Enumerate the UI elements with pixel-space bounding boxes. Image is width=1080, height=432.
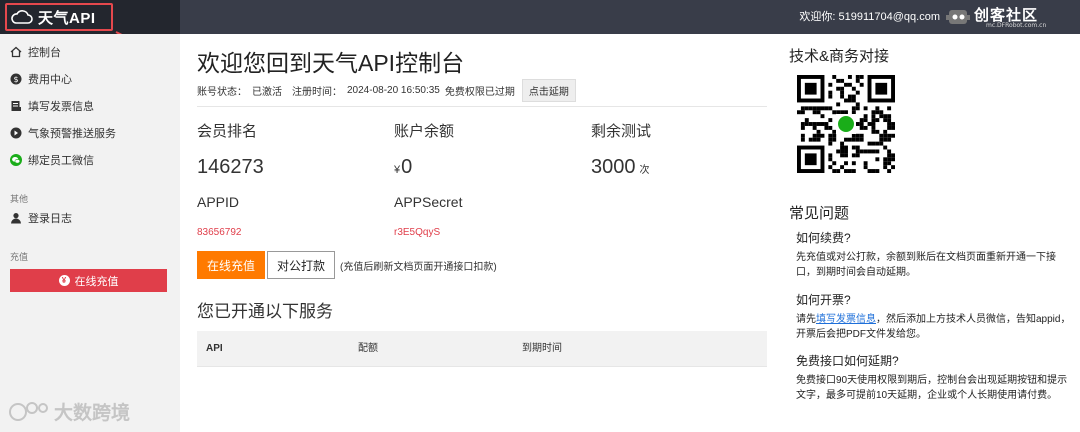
register-time: 2024-08-20 16:50:35 [347,84,440,96]
bank-transfer-button[interactable]: 对公打款 [267,251,336,279]
expired-note: 免费权限已过期 [444,86,515,98]
sidebar-item-login-log[interactable]: 登录日志 [10,208,72,228]
invoice-icon [10,100,22,112]
faq-answer-prefix: 请先 [796,314,816,325]
user-email: 519911704@qq.com [838,11,940,23]
qr-code-icon [797,75,895,173]
column-header-quota: 配额 [358,343,378,354]
page-title: 欢迎您回到天气API控制台 [197,50,465,76]
watermark-logo-icon [9,401,48,421]
watermark: 大数跨境 [8,398,130,425]
balance-amount: 0 [401,156,413,178]
tests-value: 3000 次 [591,156,650,179]
divider [197,106,767,107]
sidebar-item-label: 填写发票信息 [28,101,94,113]
appsecret-value[interactable]: r3E5QqyS [394,227,440,238]
sidebar-item-label: 控制台 [28,47,61,59]
sidebar-item-label: 登录日志 [28,213,72,225]
faq-question: 如何开票? [796,293,851,307]
contact-title: 技术&商务对接 [789,48,890,65]
balance-label: 账户余额 [394,123,455,140]
faq-question: 如何续费? [796,231,851,245]
app-logo[interactable]: 天气API [5,3,113,31]
rank-value: 146273 [197,156,264,178]
register-label: 注册时间： [292,86,342,98]
faq-question: 免费接口如何延期? [796,354,899,368]
home-icon [10,46,22,58]
sidebar-group-recharge: 充值 [10,252,29,262]
account-info: 账号状态： 已激活 注册时间： 2024-08-20 16:50:35 免费权限… [197,78,581,102]
sidebar-item-billing[interactable]: $ 费用中心 [10,69,72,89]
sidebar-item-label: 费用中心 [28,74,72,86]
appid-value[interactable]: 83656792 [197,227,242,238]
sidebar-item-label: 气象预警推送服务 [28,128,116,140]
tests-label: 剩余测试 [591,123,652,140]
community-watermark: 创客社区 mc.DFRobot.com.cn [944,2,1076,32]
recharge-button-label: 在线充值 [74,275,119,288]
welcome-text: 欢迎你: [799,11,836,23]
tests-count: 3000 [591,156,636,178]
send-icon [10,127,22,139]
faq-title: 常见问题 [789,205,850,222]
wechat-icon [10,154,22,166]
appid-label: APPID [197,194,240,210]
sidebar: 控制台 $ 费用中心 填写发票信息 气象预警推送服务 绑定员工微信 其他 登录日… [0,34,180,432]
community-url: mc.DFRobot.com.cn [986,22,1047,29]
appsecret-label: APPSecret [394,194,463,210]
dollar-icon: $ [10,73,22,85]
sidebar-item-label: 绑定员工微信 [28,155,94,167]
user-icon [10,212,22,224]
sidebar-item-alert-push[interactable]: 气象预警推送服务 [10,123,116,143]
payment-row: 在线充值 对公打款 (充值后刷新文档页面开通接口扣款) [197,251,497,279]
payment-note: (充值后刷新文档页面开通接口扣款) [340,261,497,273]
main-content: 欢迎您回到天气API控制台 账号状态： 已激活 注册时间： 2024-08-20… [180,34,780,432]
services-table-header: API 配额 到期时间 [197,331,767,367]
online-recharge-button[interactable]: 在线充值 [197,251,266,279]
right-panel: 技术&商务对接 常见问题 如何续费? 先充值或对公打款，余额到账后在文档页面重新… [780,34,1080,432]
column-header-api: API [206,343,223,354]
services-title: 您已开通以下服务 [197,302,333,321]
column-header-expiry: 到期时间 [522,343,562,354]
faq-answer: 请先填写发票信息，然后添加上方技术人员微信，告知appid，开票后会把PDF文件… [796,312,1071,342]
faq-answer: 免费接口90天使用权限到期后，控制台会出现延期按钮和提示文字，最多可提前10天延… [796,375,1068,401]
faq-answer: 先充值或对公打款，余额到账后在文档页面重新开通一下接口，到期时间会自动延期。 [796,252,1056,278]
invoice-info-link[interactable]: 填写发票信息 [816,314,876,325]
tests-unit: 次 [639,165,650,176]
user-greeting[interactable]: 欢迎你: 519911704@qq.com [799,0,940,34]
balance-value: ¥0 [394,156,412,179]
rank-label: 会员排名 [197,123,258,140]
yen-symbol: ¥ [394,164,401,176]
sidebar-recharge-button[interactable]: ¥ 在线充值 [10,269,167,292]
yen-coin-icon: ¥ [58,275,70,286]
account-status-label: 账号状态： [197,86,247,98]
extend-button[interactable]: 点击延期 [521,78,576,102]
sidebar-item-invoice[interactable]: 填写发票信息 [10,96,94,116]
watermark-text: 大数跨境 [54,403,131,424]
sidebar-group-other: 其他 [10,194,29,204]
account-status: 已激活 [252,86,282,98]
sidebar-item-console[interactable]: 控制台 [10,42,61,62]
robot-icon [946,10,970,24]
cloud-icon [11,10,33,24]
svg-text:$: $ [13,75,18,84]
sidebar-item-wechat[interactable]: 绑定员工微信 [10,150,94,170]
logo-text: 天气API [38,9,96,27]
